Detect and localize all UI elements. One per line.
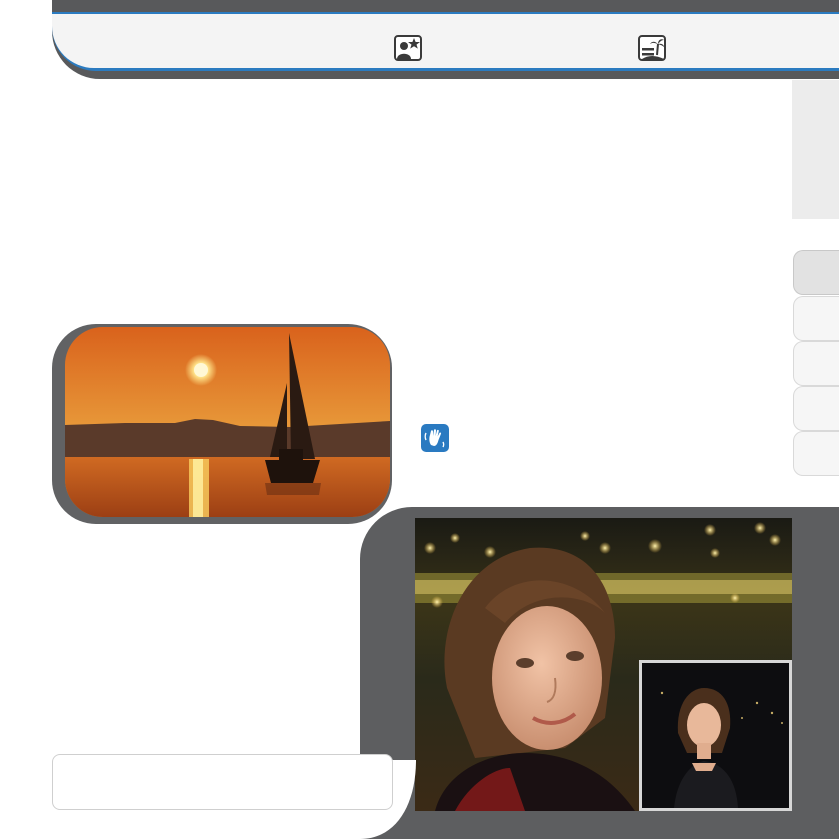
- hand-wave-icon: [421, 424, 449, 452]
- landscape-palm-icon: [638, 35, 666, 61]
- portrait-star-icon: [394, 35, 422, 61]
- portrait-bottom-strip: [370, 811, 839, 839]
- sunset-photo: [65, 327, 390, 517]
- portrait-inset-photo: [639, 660, 792, 811]
- side-tab-4[interactable]: [793, 386, 839, 431]
- side-tab-5[interactable]: [793, 431, 839, 476]
- side-tab-2[interactable]: [793, 296, 839, 341]
- header-bar: [52, 14, 839, 68]
- side-panel-top: [792, 80, 839, 219]
- side-tab-3[interactable]: [793, 341, 839, 386]
- side-tab-1[interactable]: [793, 250, 839, 295]
- caption-box: [52, 754, 393, 810]
